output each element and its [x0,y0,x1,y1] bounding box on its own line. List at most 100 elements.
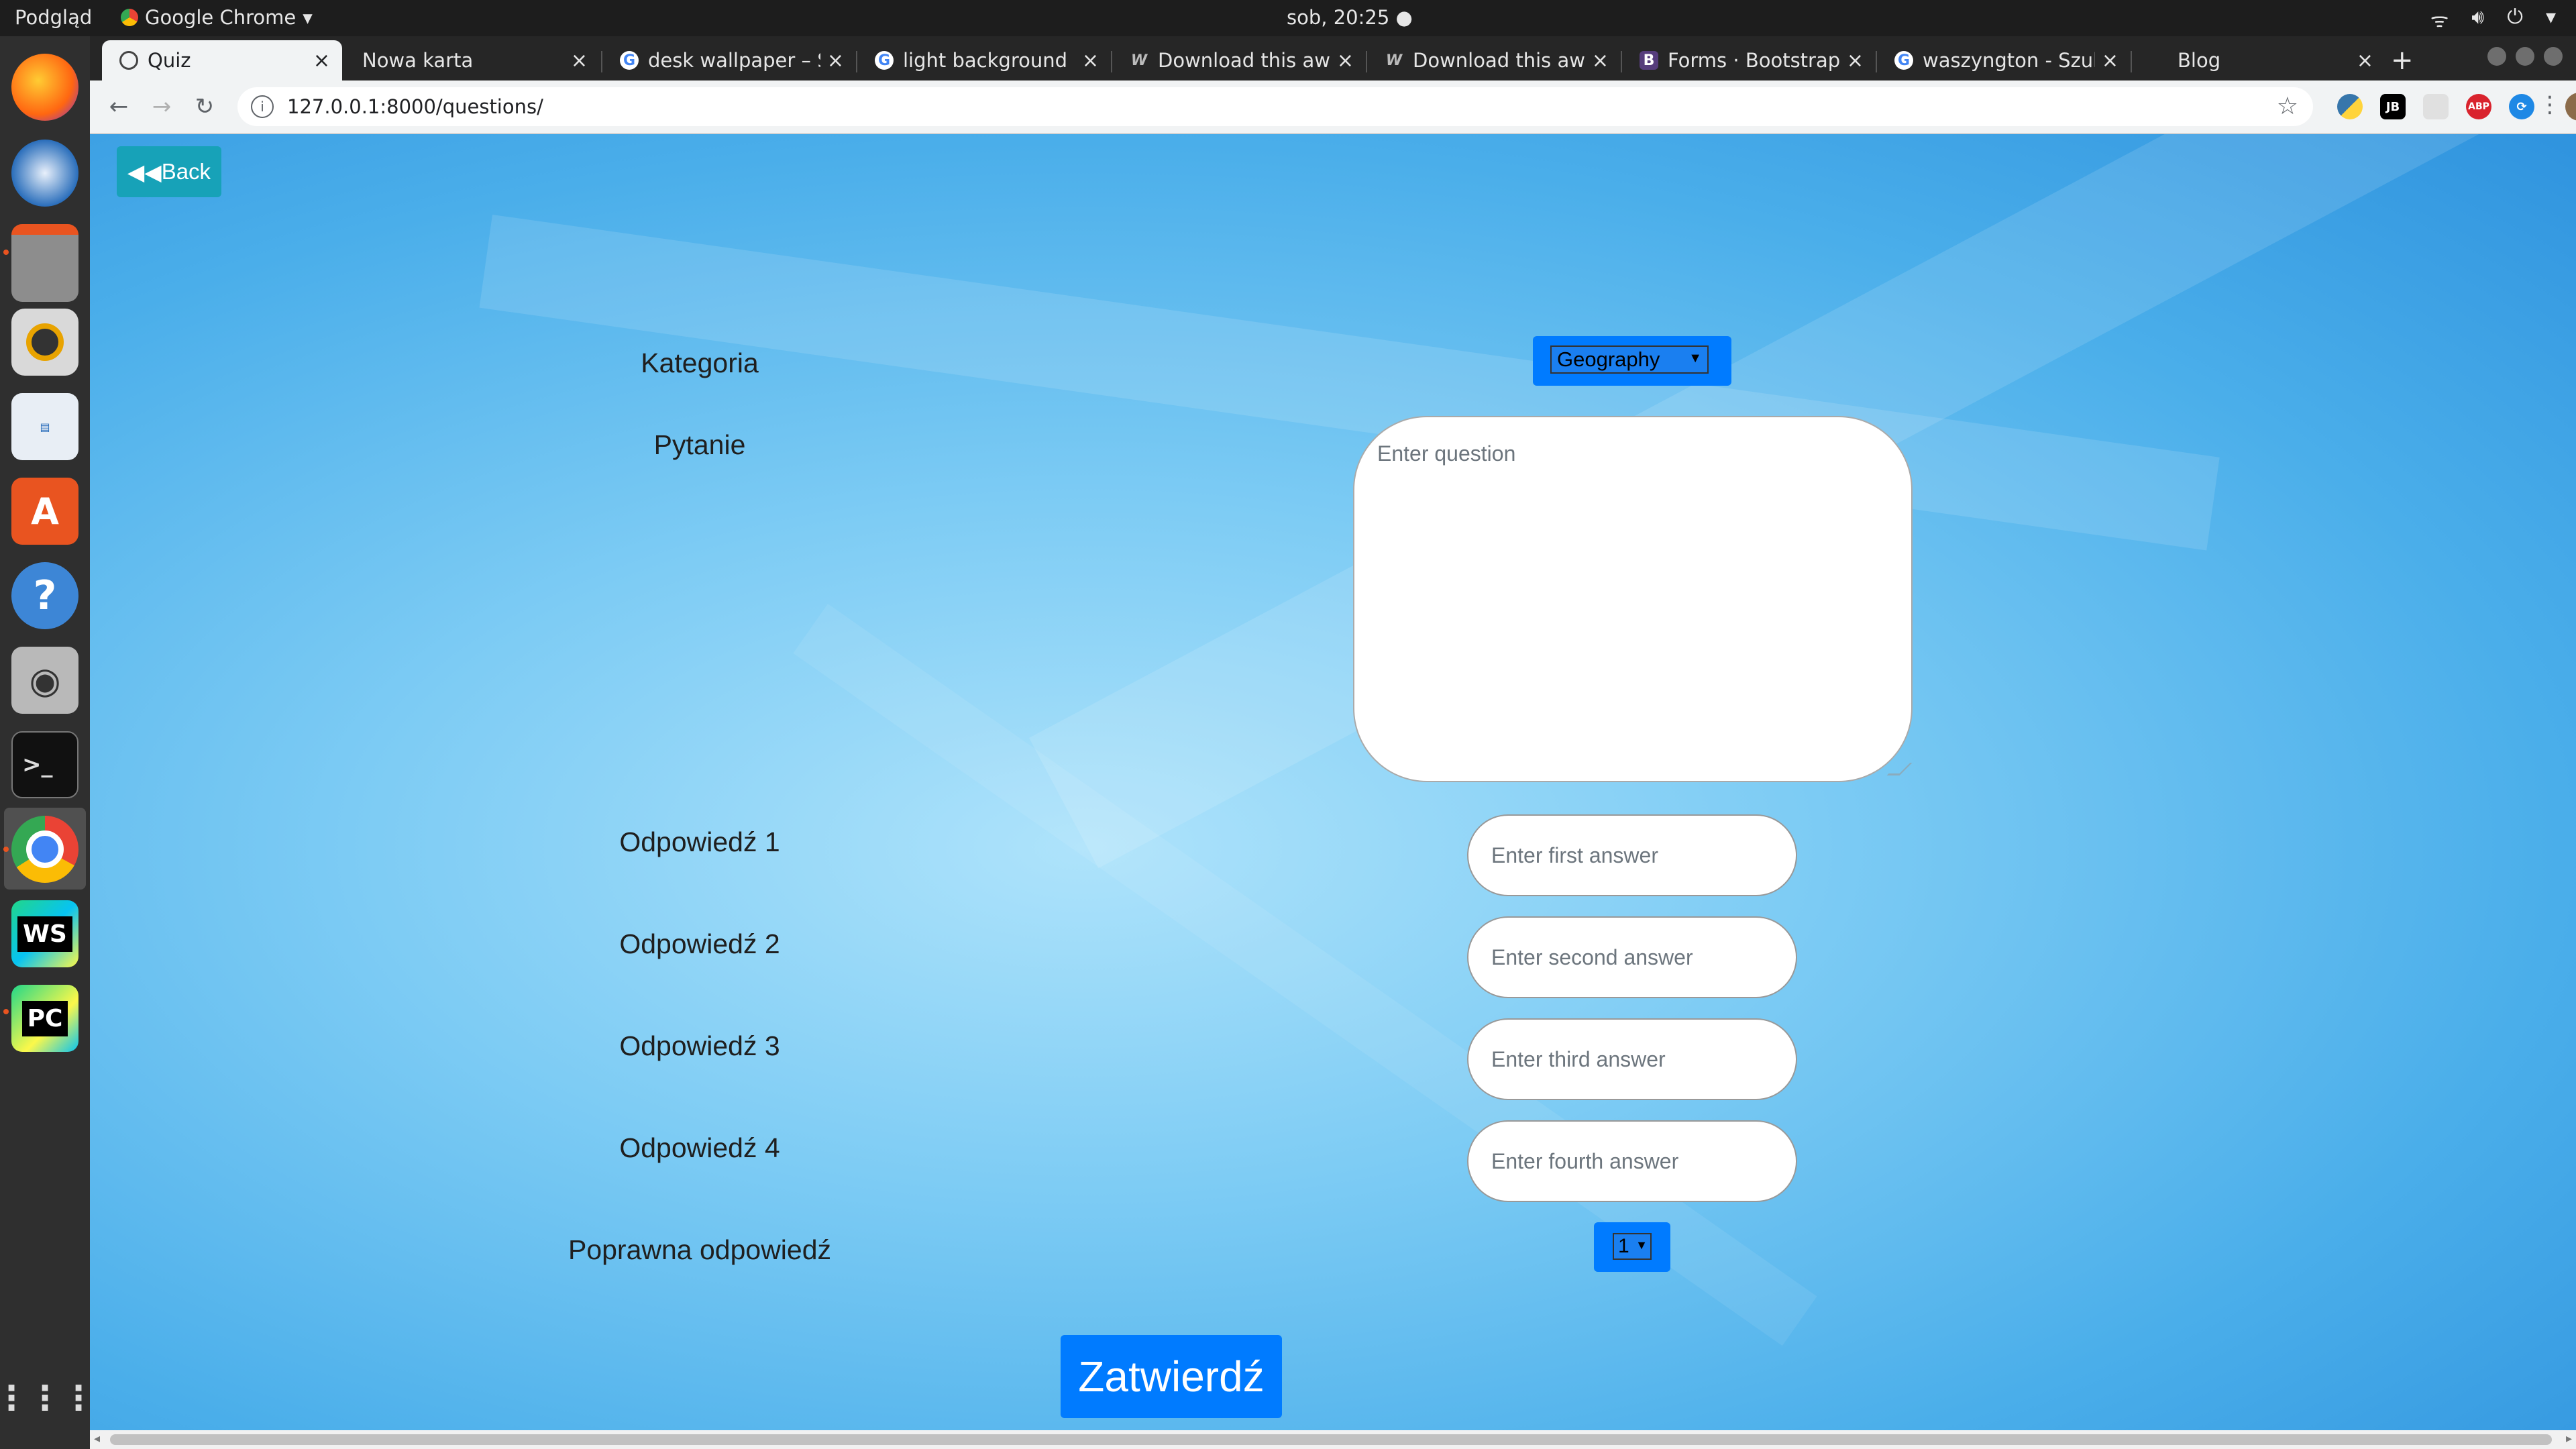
python-extension-icon[interactable] [2337,94,2363,119]
submit-button[interactable]: Zatwierdź [1061,1335,1282,1418]
new-tab-button[interactable]: + [2391,40,2431,80]
reload-icon[interactable]: ↻ [188,90,221,123]
libreoffice-impress-icon[interactable]: ▤ [11,393,78,460]
back-arrow-icon[interactable]: ← [102,90,136,123]
scroll-left-icon[interactable]: ◂ [94,1432,100,1446]
close-icon[interactable]: × [1082,49,1099,72]
tab-title: Forms · Bootstrap [1668,49,1840,72]
close-icon[interactable]: × [1337,49,1354,72]
google-icon: G [875,51,894,70]
question-textarea[interactable]: Enter question [1353,416,1913,782]
terminal-icon[interactable]: >_ [11,731,78,798]
answer-4-label: Odpowiedź 4 [619,1132,780,1163]
tab-download-1[interactable]: W Download this aw × [1112,40,1366,80]
answer-1-input[interactable]: Enter first answer [1467,814,1797,896]
answer-4-input[interactable]: Enter fourth answer [1467,1120,1797,1202]
running-indicator [3,1009,9,1014]
camera-icon[interactable]: ◉ [11,647,78,714]
question-label: Pytanie [653,429,746,460]
tab-strip: Quiz × Nowa karta × G desk wallpaper – S… [90,36,2576,80]
google-icon: G [620,51,639,70]
wallhaven-icon: W [1130,52,1148,69]
show-apps-icon[interactable]: ⋮⋮⋮ [0,1364,95,1432]
address-bar[interactable]: i 127.0.0.1:8000/questions/ ☆ [237,87,2313,126]
pycharm-icon[interactable]: PC [11,985,78,1052]
files-icon[interactable] [11,224,78,302]
back-button[interactable]: ◀◀ Back [117,146,221,197]
tab-title: Quiz [148,49,191,72]
close-icon[interactable]: × [827,49,844,72]
close-icon[interactable]: × [2357,49,2373,72]
tab-title: light background [903,49,1068,72]
tab-quiz[interactable]: Quiz × [102,40,342,80]
url-text[interactable]: 127.0.0.1:8000/questions/ [287,95,543,118]
globe-icon [119,51,138,70]
tab-desk-wallpaper[interactable]: G desk wallpaper – S × [602,40,856,80]
close-icon[interactable]: × [1592,49,1609,72]
tab-nowa-karta[interactable]: Nowa karta × [345,40,600,80]
answer-2-label: Odpowiedź 2 [619,928,780,959]
forward-arrow-icon[interactable]: → [145,90,178,123]
running-indicator [3,847,9,852]
dock: ▤ A ? ◉ >_ WS PC ⋮⋮⋮ [0,36,95,1449]
webstorm-icon[interactable]: WS [11,900,78,967]
window-controls [2487,47,2563,66]
firefox-icon[interactable] [11,54,78,121]
bookmark-star-icon[interactable]: ☆ [2277,93,2298,120]
resize-handle-icon[interactable] [1886,763,1913,775]
tab-title: Blog [2178,49,2221,72]
extension-icon[interactable] [2423,94,2449,119]
answer-3-input[interactable]: Enter third answer [1467,1018,1797,1100]
tab-title: Download this aw [1158,49,1330,72]
close-icon[interactable]: × [313,49,330,72]
tab-blog[interactable]: Blog × [2132,40,2385,80]
kebab-menu-icon[interactable]: ⋮ [2538,91,2561,118]
info-icon[interactable]: i [251,95,274,118]
correct-answer-label: Poprawna odpowiedź [568,1234,832,1265]
google-icon: G [1894,51,1913,70]
wallhaven-icon: W [1385,52,1403,69]
tab-light-background[interactable]: G light background × [857,40,1111,80]
clock[interactable]: sob, 20:25 ● [1287,6,1413,29]
close-window-icon[interactable] [2544,47,2563,66]
back-button-label: Back [161,159,211,184]
adblock-plus-icon[interactable]: ABP [2466,94,2491,119]
tab-download-2[interactable]: W Download this aw × [1367,40,1621,80]
tab-forms-bootstrap[interactable]: B Forms · Bootstrap × [1622,40,1876,80]
rewind-icon: ◀◀ [127,159,162,184]
chrome-icon[interactable] [11,816,78,883]
close-icon[interactable]: × [1847,49,1864,72]
correct-answer-select[interactable]: 1 ▼ [1594,1222,1670,1272]
scroll-right-icon[interactable]: ▸ [2566,1432,2572,1446]
power-icon[interactable]: ⏻ [2507,5,2523,33]
dropdown-arrow-icon: ▼ [1635,1238,1648,1252]
horizontal-scrollbar[interactable]: ◂ ▸ [90,1430,2576,1449]
minimize-icon[interactable] [2487,47,2506,66]
jetbrains-extension-icon[interactable]: JB [2380,94,2406,119]
category-value: Geography [1557,347,1660,371]
help-icon[interactable]: ? [11,562,78,629]
chevron-down-icon[interactable]: ▾ [2546,5,2556,33]
running-indicator [3,250,9,255]
answer-2-input[interactable]: Enter second answer [1467,916,1797,998]
chevron-down-icon: ▾ [303,6,313,29]
active-app-name: Google Chrome [145,6,297,29]
thunderbird-icon[interactable] [11,140,78,207]
correct-answer-value: 1 [1618,1235,1629,1257]
app-menu[interactable]: Podgląd [15,6,92,29]
tab-waszyngton[interactable]: G waszyngton - Szuk × [1877,40,2131,80]
active-app-menu[interactable]: Google Chrome ▾ [121,6,313,29]
answer-1-label: Odpowiedź 1 [619,826,780,857]
sync-extension-icon[interactable]: ⟳ [2509,94,2534,119]
scrollbar-thumb[interactable] [110,1434,2552,1445]
volume-icon[interactable]: 🔊︎ [2471,5,2484,33]
close-icon[interactable]: × [571,49,588,72]
wifi-icon[interactable]: ᯤ [2430,5,2449,33]
rhythmbox-icon[interactable] [11,309,78,376]
maximize-icon[interactable] [2516,47,2534,66]
tab-title: Download this aw [1413,49,1585,72]
ubuntu-software-icon[interactable]: A [11,478,78,545]
close-icon[interactable]: × [2102,49,2118,72]
profile-avatar[interactable] [2565,93,2576,121]
category-select[interactable]: Geography ▼ [1533,336,1731,386]
